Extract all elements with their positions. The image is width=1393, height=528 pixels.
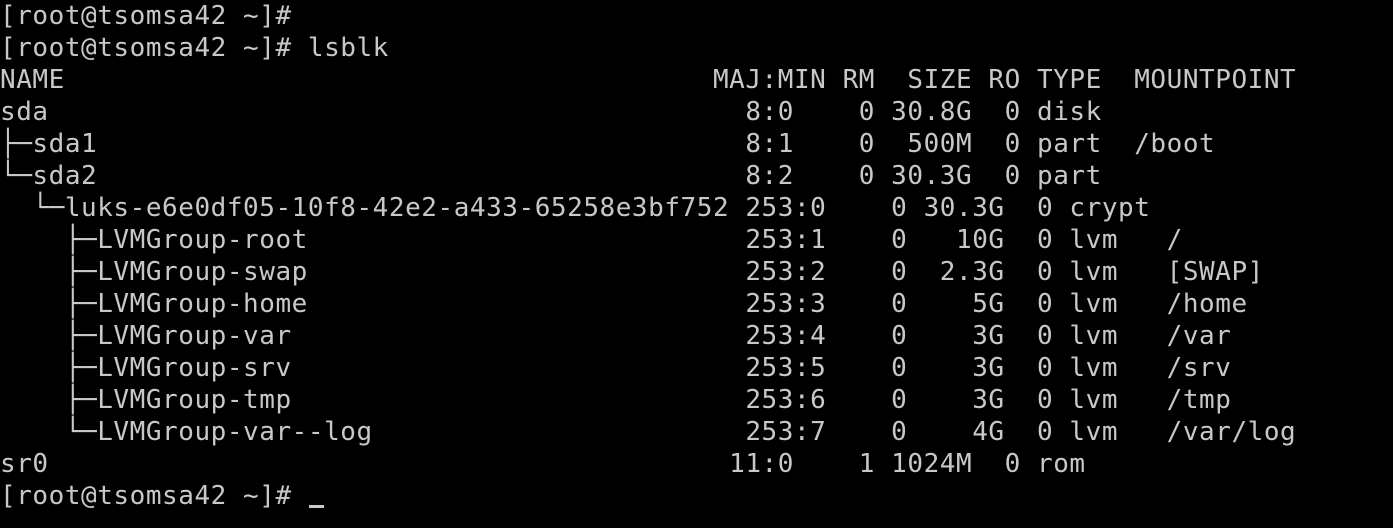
lsblk-row-lvm-var-log: └─LVMGroup-var--log 253:7 0 4G 0 lvm /va… <box>0 417 1297 447</box>
lsblk-header: NAME MAJ:MIN RM SIZE RO TYPE MOUNTPOINT <box>0 65 1297 95</box>
lsblk-row-sr0: sr0 11:0 1 1024M 0 rom <box>0 449 1086 479</box>
text-cursor <box>308 505 324 508</box>
lsblk-row-luks: └─luks-e6e0df05-10f8-42e2-a433-65258e3bf… <box>0 193 1151 223</box>
lsblk-row-lvm-srv: ├─LVMGroup-srv 253:5 0 3G 0 lvm /srv <box>0 353 1232 383</box>
lsblk-row-sda2: └─sda2 8:2 0 30.3G 0 part <box>0 161 1102 191</box>
terminal-window[interactable]: [root@tsomsa42 ~]# [root@tsomsa42 ~]# ls… <box>0 0 1393 528</box>
lsblk-row-sda1: ├─sda1 8:1 0 500M 0 part /boot <box>0 129 1216 159</box>
command-prompt: [root@tsomsa42 ~]# <box>0 481 308 511</box>
terminal-line-1: [root@tsomsa42 ~]# <box>0 1 292 31</box>
command-prompt-line[interactable]: [root@tsomsa42 ~]# <box>0 480 1393 512</box>
lsblk-row-lvm-tmp: ├─LVMGroup-tmp 253:6 0 3G 0 lvm /tmp <box>0 385 1232 415</box>
terminal-line-2: [root@tsomsa42 ~]# lsblk <box>0 33 389 63</box>
lsblk-row-lvm-var: ├─LVMGroup-var 253:4 0 3G 0 lvm /var <box>0 321 1232 351</box>
lsblk-row-sda: sda 8:0 0 30.8G 0 disk <box>0 97 1102 127</box>
lsblk-row-lvm-root: ├─LVMGroup-root 253:1 0 10G 0 lvm / <box>0 225 1183 255</box>
lsblk-row-lvm-swap: ├─LVMGroup-swap 253:2 0 2.3G 0 lvm [SWAP… <box>0 257 1264 287</box>
lsblk-row-lvm-home: ├─LVMGroup-home 253:3 0 5G 0 lvm /home <box>0 289 1248 319</box>
